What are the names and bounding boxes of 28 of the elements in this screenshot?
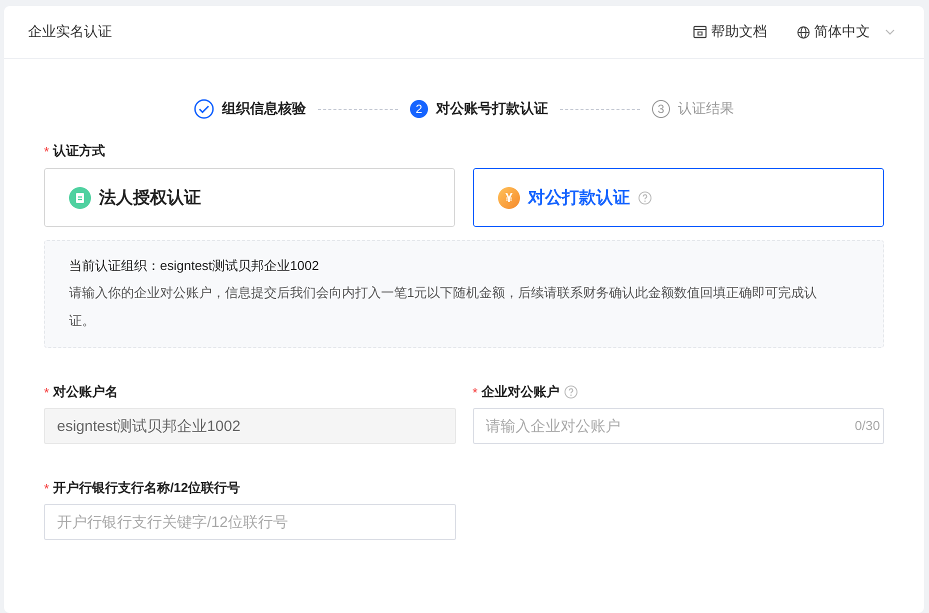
option-label: 对公打款认证 — [528, 187, 630, 209]
globe-icon — [797, 26, 810, 38]
step-label: 组织信息核验 — [222, 100, 306, 118]
info-text: 请输入你的企业对公账户，信息提交后我们会向内打入一笔1元以下随机金额，后续请联系财务确认此金额数值回填正确即可完成认证。 — [69, 284, 818, 330]
currency-icon: ¥ — [498, 186, 520, 208]
step-label: 认证结果 — [678, 100, 734, 118]
step-label: 对公账号打款认证 — [436, 100, 548, 118]
option-label: 法人授权认证 — [99, 187, 201, 209]
required-mark: * — [44, 480, 50, 496]
step-number: 3 — [652, 100, 670, 118]
input-field[interactable]: 开户行银行支行关键字/12位联行号 — [44, 504, 456, 540]
method-option[interactable]: 法人授权认证 — [44, 168, 455, 227]
required-mark: * — [44, 144, 50, 158]
document-icon — [69, 186, 91, 208]
required-mark: * — [44, 384, 50, 400]
help-docs-link[interactable]: 帮助文档 — [693, 23, 767, 41]
field-label: 开户行银行支行名称/12位联行号 — [53, 479, 240, 497]
page-title: 企业实名认证 — [28, 23, 113, 41]
field-label: 企业对公账户 — [482, 383, 560, 401]
field-label: 认证方式 — [53, 142, 106, 160]
character-counter: 0/30 — [854, 418, 880, 433]
document-icon — [693, 25, 707, 39]
language-selector[interactable]: 简体中文 — [797, 23, 896, 41]
required-mark: * — [472, 384, 478, 400]
method-option[interactable]: ¥ 对公打款认证 — [473, 168, 884, 227]
step-number: 2 — [410, 100, 428, 118]
field-label: 对公账户名 — [53, 383, 118, 401]
organization-text: 当前认证组织：esigntest测试贝邦企业1002 — [69, 257, 320, 275]
